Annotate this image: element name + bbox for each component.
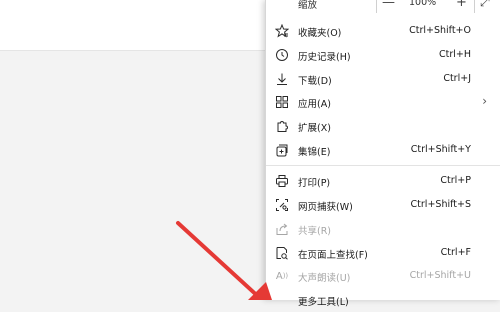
annotation-arrow xyxy=(176,221,272,300)
